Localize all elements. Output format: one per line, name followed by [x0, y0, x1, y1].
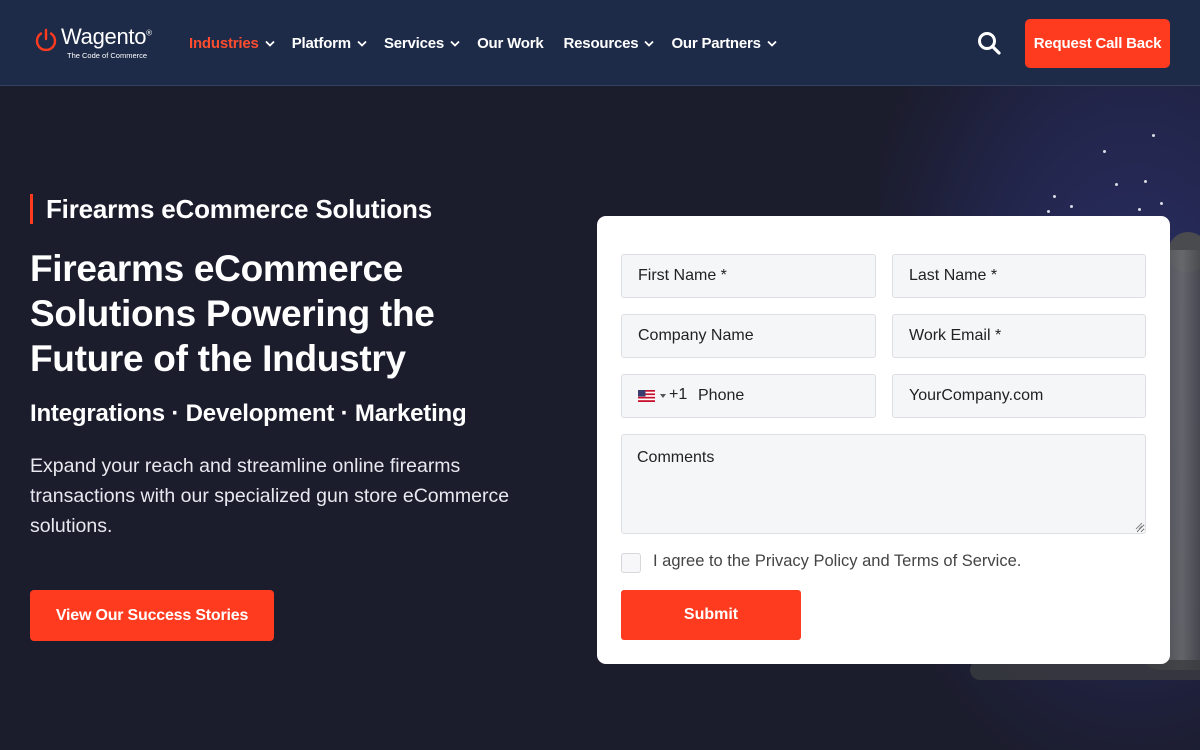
request-call-back-button[interactable]: Request Call Back	[1025, 19, 1170, 68]
site-header: Wagento® The Code of Commerce Industries…	[0, 0, 1200, 86]
nav-item-industries[interactable]: Industries	[189, 35, 275, 52]
search-icon[interactable]	[976, 30, 1002, 56]
dust-particle	[1144, 180, 1147, 183]
nav-item-platform[interactable]: Platform	[292, 35, 367, 52]
dust-particle	[1152, 134, 1155, 137]
dust-particle	[1115, 183, 1118, 186]
dust-particle	[1070, 205, 1073, 208]
nav-item-services[interactable]: Services	[384, 35, 460, 52]
chevron-down-icon	[644, 40, 655, 47]
work-email-field[interactable]	[892, 314, 1146, 358]
hero-subhead: Integrations · Development · Marketing	[30, 400, 467, 427]
company-website-field[interactable]	[892, 374, 1146, 418]
submit-button[interactable]: Submit	[621, 590, 801, 640]
main-nav: Industries Platform Services Our Work Re…	[189, 33, 794, 53]
contact-form: +1 I agree to the Privacy Policy and Ter…	[597, 216, 1170, 664]
country-dropdown-caret-icon[interactable]	[660, 394, 666, 398]
hero-headline: Firearms eCommerce Solutions Powering th…	[30, 248, 435, 379]
chevron-down-icon	[450, 40, 460, 47]
phone-field-group: +1	[621, 374, 876, 418]
company-name-field[interactable]	[621, 314, 876, 358]
first-name-field[interactable]	[621, 254, 876, 298]
dust-particle	[1047, 210, 1050, 213]
logo-tagline: The Code of Commerce	[67, 51, 148, 60]
hero-description: Expand your reach and streamline online …	[30, 455, 510, 537]
chevron-down-icon	[265, 40, 275, 47]
nav-item-our-partners[interactable]: Our Partners	[671, 35, 777, 52]
phone-field[interactable]	[692, 375, 872, 417]
us-flag-icon[interactable]	[638, 390, 655, 402]
chevron-down-icon	[357, 40, 367, 47]
dust-particle	[1103, 150, 1106, 153]
wagento-logo[interactable]: Wagento® The Code of Commerce	[34, 24, 164, 64]
logo-wordmark: Wagento®	[61, 24, 152, 49]
comments-field[interactable]	[621, 434, 1146, 534]
power-icon	[35, 28, 57, 52]
phone-dial-code: +1	[669, 386, 688, 403]
dust-particle	[1053, 195, 1056, 198]
nav-item-resources[interactable]: Resources	[564, 35, 655, 52]
nav-item-our-work[interactable]: Our Work	[477, 35, 544, 52]
chevron-down-icon	[767, 40, 777, 47]
last-name-field[interactable]	[892, 254, 1146, 298]
dust-particle	[1160, 202, 1163, 205]
view-success-stories-button[interactable]: View Our Success Stories	[30, 590, 274, 641]
agree-checkbox[interactable]	[621, 553, 641, 573]
agree-label: I agree to the Privacy Policy and Terms …	[653, 552, 1022, 570]
resize-grip-icon[interactable]	[1135, 522, 1143, 530]
dust-particle	[1138, 208, 1141, 211]
hero-eyebrow: Firearms eCommerce Solutions	[30, 194, 432, 224]
